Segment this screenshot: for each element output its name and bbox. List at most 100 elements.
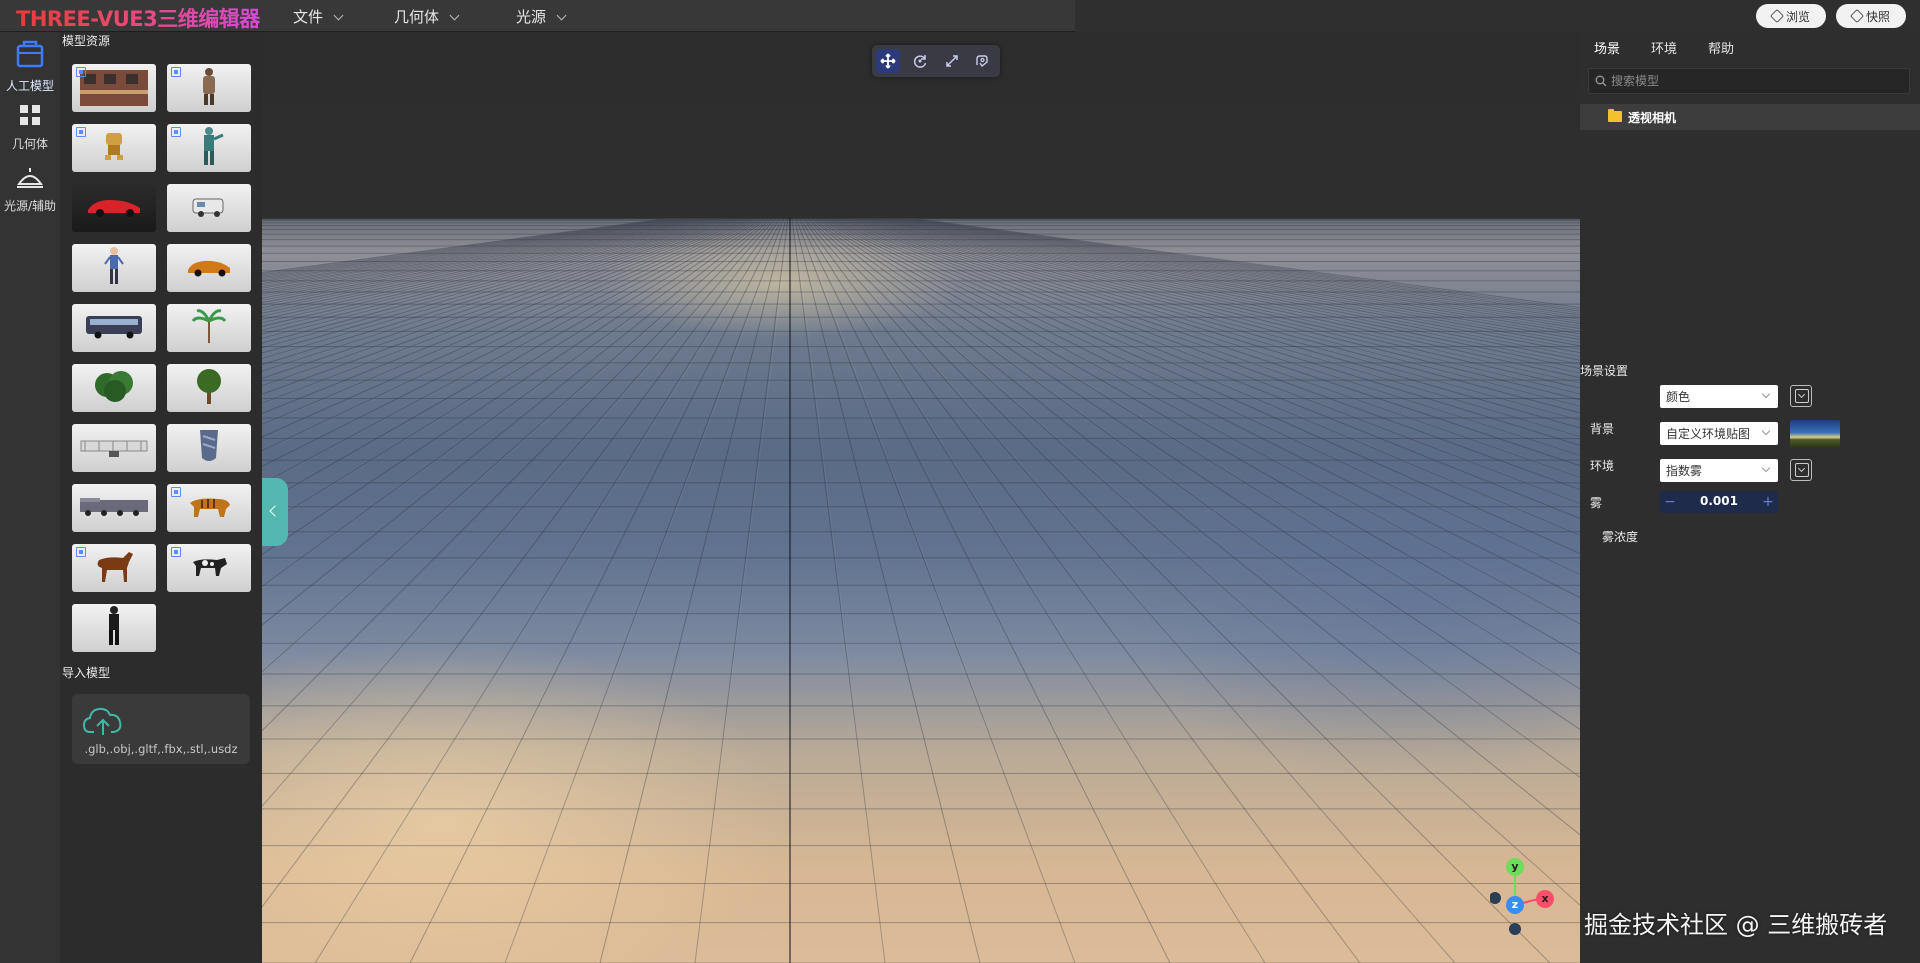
model-thumbnail-bridge[interactable] [72,424,156,472]
preview-button[interactable]: 浏览 [1756,4,1827,28]
grid-line-radial [262,218,759,467]
axis-z-label: z [1506,896,1524,914]
vase-icon [194,426,224,470]
man-suit-icon [104,605,124,651]
model-thumbnail-building[interactable] [72,64,156,112]
animated-badge-icon [171,487,181,497]
grid-line-radial [807,218,1580,906]
background-select-value: 颜色 [1666,390,1691,404]
model-thumbnail-bush[interactable] [72,364,156,412]
model-thumbnail-robot[interactable] [72,124,156,172]
environment-map-thumbnail[interactable] [1790,420,1840,448]
grid-line-radial [262,218,739,366]
model-thumbnail-person[interactable] [72,244,156,292]
tab-environment[interactable]: 环境 [1651,38,1677,57]
fog-select[interactable]: 指数雾 [1660,459,1778,482]
tree-item-camera[interactable]: 透视相机 [1580,104,1920,130]
model-thumbnail-orange-car[interactable] [167,244,251,292]
preview-button-label: 浏览 [1786,9,1811,24]
animated-badge-icon [76,67,86,77]
bus-icon [82,312,146,344]
chevron-down-icon [1761,463,1771,473]
tab-help[interactable]: 帮助 [1708,38,1734,57]
app-title: THREE-VUE3三维编辑器 [16,3,260,33]
model-thumbnail-van[interactable] [167,184,251,232]
person-icon [104,246,124,290]
grid-line-radial [262,218,763,505]
fog-density-label: 雾浓度 [1602,530,1639,544]
scale-icon [946,55,958,67]
rotate-tool-button[interactable] [908,49,932,73]
tile-diagonal-line [262,218,759,452]
tiger-icon [184,491,234,525]
nav-item-lights[interactable]: 光源/辅助 [0,162,60,214]
grid-line-radial [262,218,757,452]
import-dropzone[interactable]: .glb,.obj,.gltf,.fbx,.stl,.usdz [72,694,250,764]
watermark: 掘金技术社区 @ 三维搬砖者 [1584,911,1888,939]
menu-light[interactable]: 光源 [516,6,567,27]
tile-diagonal-line [853,218,1580,407]
folder-icon [1608,109,1622,122]
grid-line-radial [801,218,1361,963]
scene-viewport[interactable] [262,32,1580,963]
snapshot-button[interactable]: 快照 [1836,4,1907,28]
grid-line-radial [262,218,729,339]
model-thumbnail-vase[interactable] [167,424,251,472]
grid-line-radial [823,218,1580,575]
tab-scene[interactable]: 场景 [1594,38,1620,57]
model-resources-title: 模型资源 [62,34,111,48]
model-thumbnail-soldier[interactable] [167,124,251,172]
camera-icon [976,55,988,68]
scale-tool-button[interactable] [940,49,964,73]
character-icon [197,66,221,110]
tile-diagonal-line [262,218,727,332]
model-thumbnail-red-car[interactable] [72,184,156,232]
environment-select[interactable]: 自定义环境贴图 [1660,422,1778,445]
floor-grid [262,218,1580,963]
increment-button[interactable]: + [1760,493,1776,511]
tile-diagonal-line [849,218,1580,421]
background-color-picker[interactable] [1790,385,1812,407]
model-thumbnail-character[interactable] [167,64,251,112]
tile-diagonal-line [805,218,1456,963]
tile-diagonal-line [813,218,1580,778]
robot-icon [100,131,128,165]
model-thumbnail-tree[interactable] [167,364,251,412]
axis-helper: y x z [1490,855,1560,940]
nav-item-geometry[interactable]: 几何体 [0,100,60,152]
cow-icon [187,552,231,584]
grid-line-radial [793,218,981,963]
grid-line-radial [797,218,1171,963]
menu-file[interactable]: 文件 [293,6,344,27]
search-input[interactable] [1611,72,1901,90]
nav-item-models[interactable]: 人工模型 [0,36,60,94]
tile-diagonal-line [817,218,1580,689]
box-icon [16,40,44,68]
model-thumbnail-bus[interactable] [72,304,156,352]
camera-tool-button[interactable] [970,49,994,73]
fog-density-value[interactable]: 0.001 [1680,494,1758,508]
move-icon [880,53,896,69]
model-thumbnail-horse[interactable] [72,544,156,592]
grid-line-radial [262,218,765,528]
grid-line-radial [813,218,1580,730]
animated-badge-icon [171,127,181,137]
nav-item-label: 光源/辅助 [3,199,57,213]
tile-diagonal-line [262,218,767,529]
model-thumbnail-cow[interactable] [167,544,251,592]
model-thumbnail-man-suit[interactable] [72,604,156,652]
grid-line-radial [262,218,725,331]
tree-icon [194,366,224,410]
collapse-panel-button[interactable] [262,478,288,546]
model-thumbnail-tiger[interactable] [167,484,251,532]
model-thumbnail-palm-tree[interactable] [167,304,251,352]
grid-line-radial [409,218,783,963]
fog-color-picker[interactable] [1790,459,1812,481]
move-tool-button[interactable] [876,49,900,73]
decrement-button[interactable]: − [1662,493,1678,511]
background-select[interactable]: 颜色 [1660,385,1778,408]
model-thumbnail-train[interactable] [72,484,156,532]
grid-line-radial [262,218,767,556]
grid-line-radial [262,218,731,344]
menu-geometry[interactable]: 几何体 [394,6,460,27]
